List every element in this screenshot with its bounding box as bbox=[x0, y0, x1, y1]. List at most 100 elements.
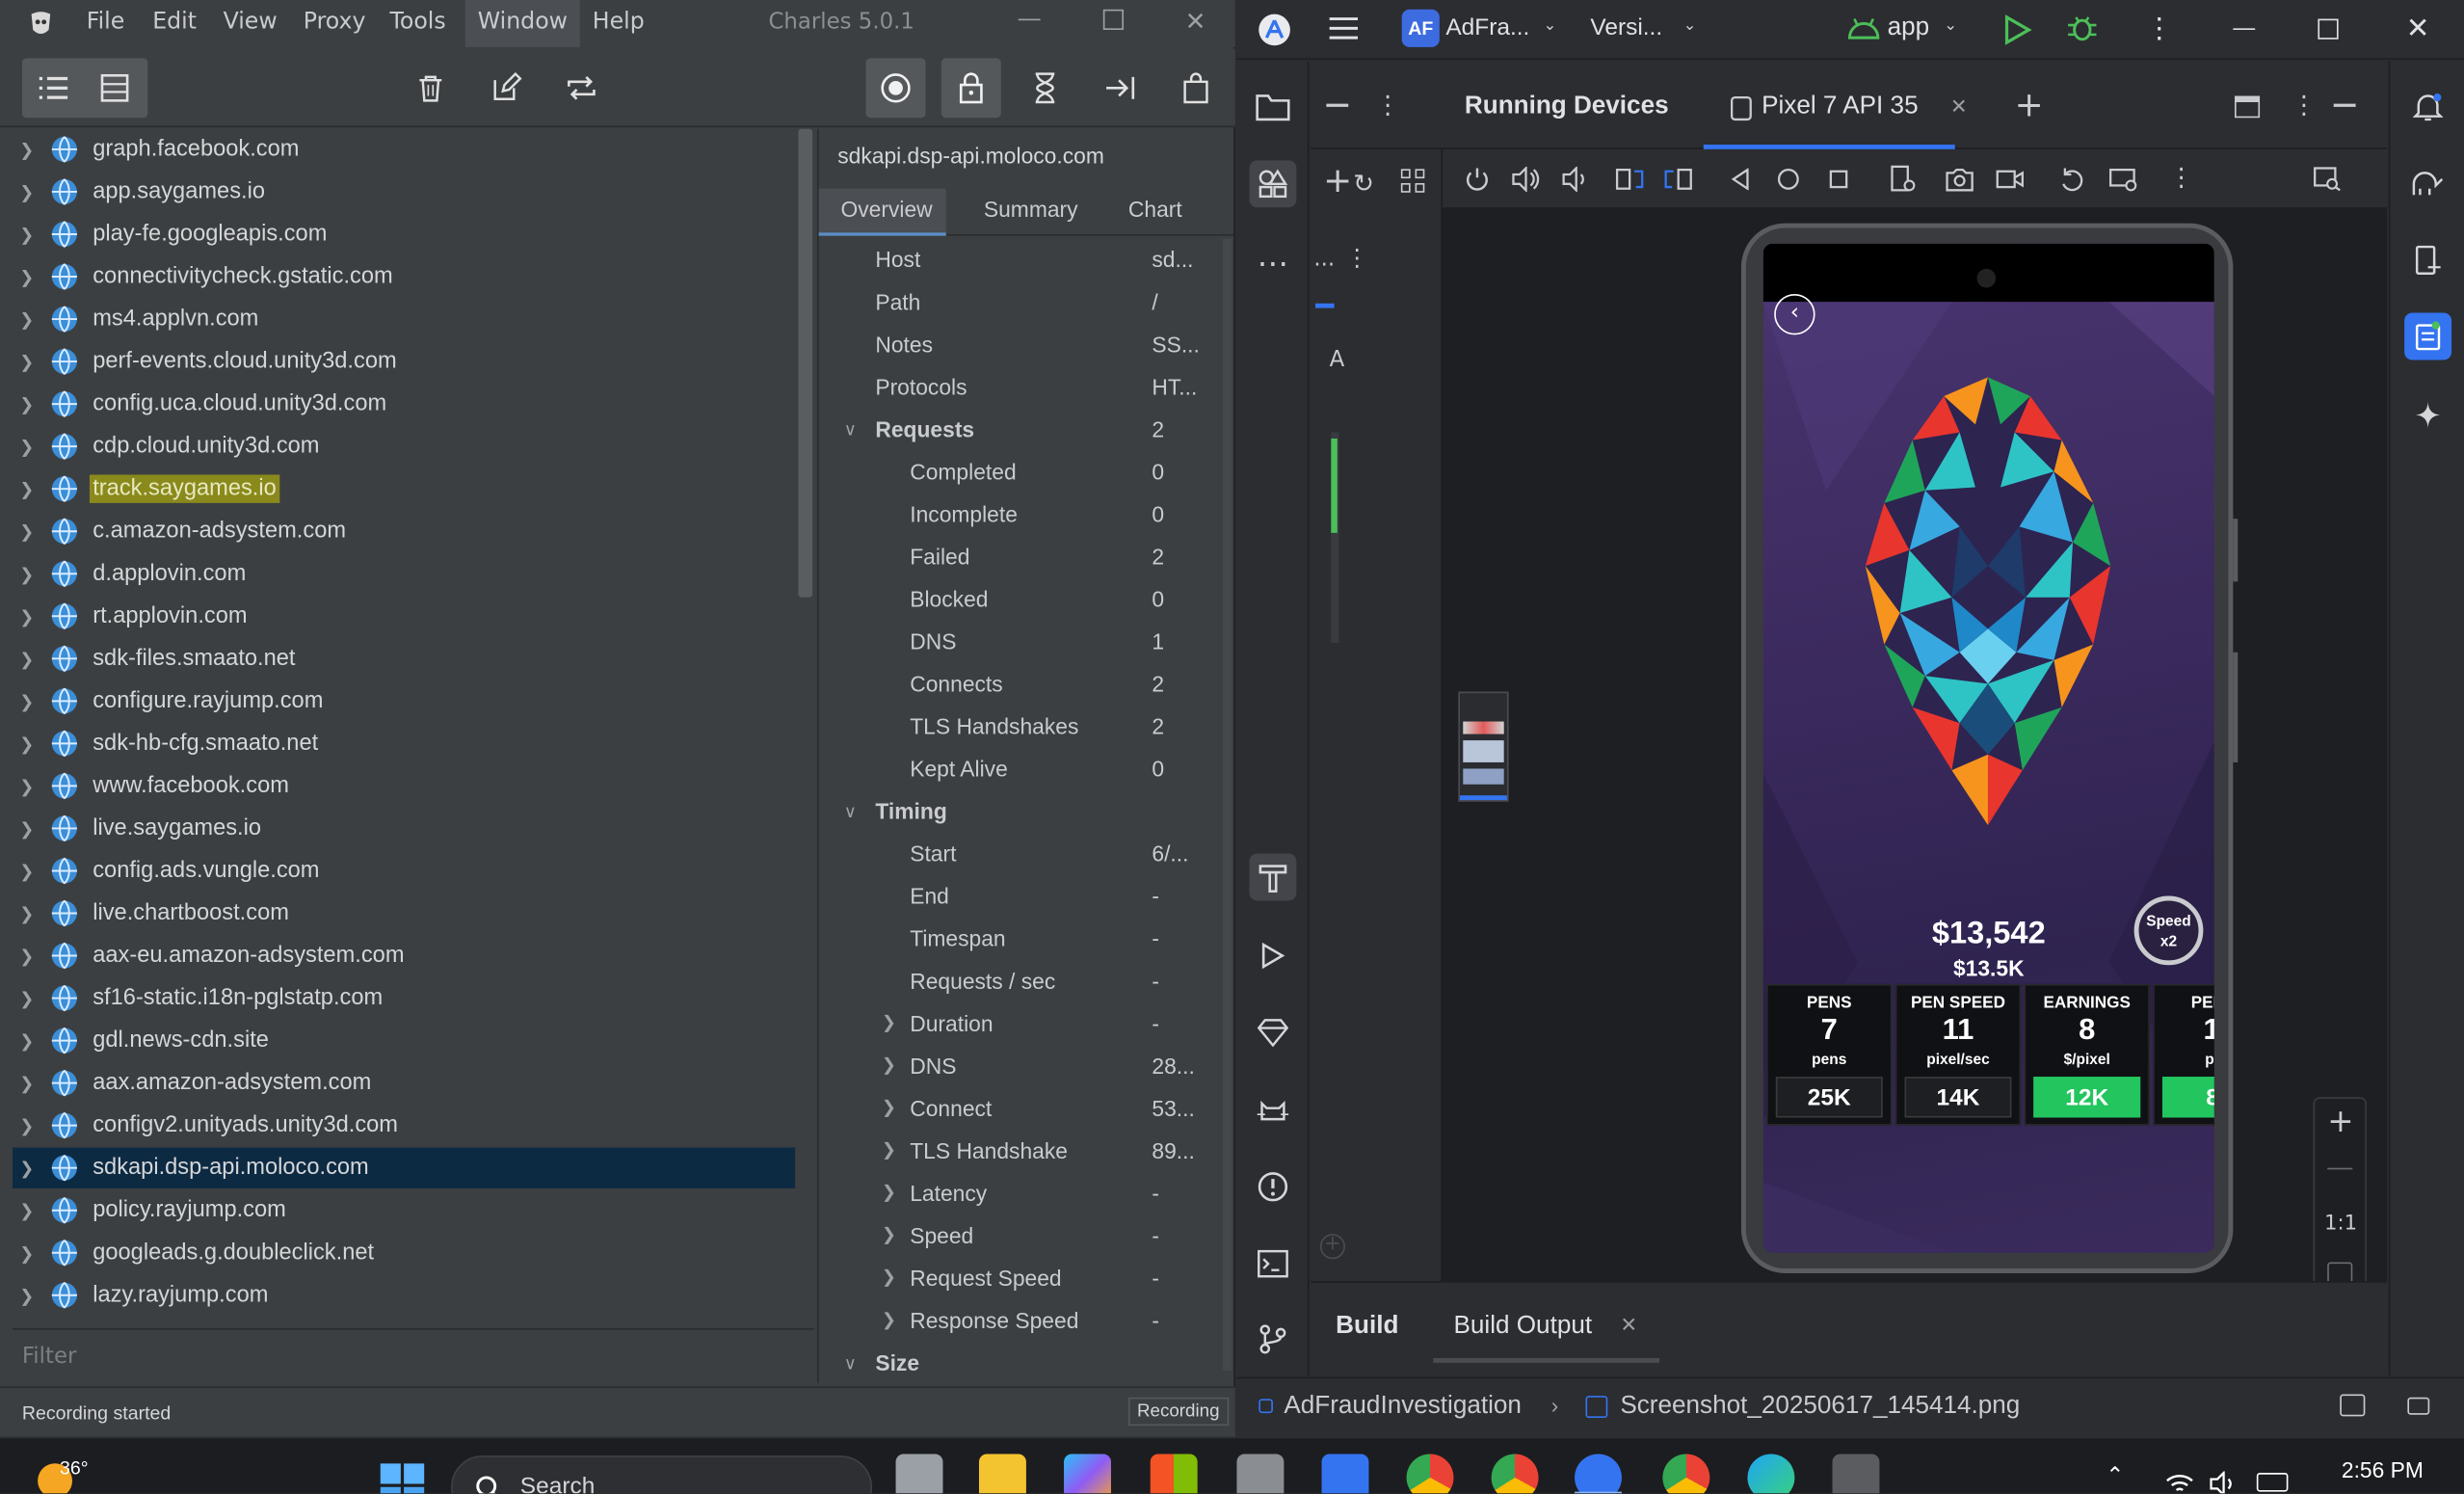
property-row[interactable]: ∨ Requests 2 bbox=[819, 409, 1231, 451]
repeat-button[interactable] bbox=[551, 58, 611, 118]
host-row[interactable]: ❯ track.saygames.io bbox=[13, 468, 795, 509]
chevron-right-icon[interactable]: ❯ bbox=[13, 903, 40, 923]
chevron-right-icon[interactable]: ❯ bbox=[882, 1267, 896, 1288]
upgrade-buy-button[interactable]: 8. bbox=[2161, 1077, 2214, 1118]
host-row[interactable]: ❯ configv2.unityads.unity3d.com bbox=[13, 1105, 795, 1145]
phone-screen[interactable]: ‹ $13,542 $13.5K Speed x2 PENS 7 pens 25… bbox=[1762, 243, 2214, 1253]
host-row[interactable]: ❯ aax-eu.amazon-adsystem.com bbox=[13, 935, 795, 975]
chrome-icon[interactable] bbox=[1406, 1454, 1454, 1494]
panel-options-button[interactable]: ⋮ bbox=[1375, 90, 1400, 120]
chevron-right-icon[interactable]: ❯ bbox=[882, 1054, 896, 1076]
speed-button[interactable]: Speed x2 bbox=[2133, 895, 2204, 966]
chevron-right-icon[interactable]: ❯ bbox=[13, 606, 40, 627]
menu-proxy[interactable]: Proxy bbox=[304, 10, 366, 35]
chevron-right-icon[interactable]: ❯ bbox=[13, 946, 40, 966]
hide-panel-button[interactable] bbox=[2333, 103, 2356, 107]
host-row[interactable]: ❯ gdl.news-cdn.site bbox=[13, 1020, 795, 1060]
chevron-right-icon[interactable]: ❯ bbox=[13, 181, 40, 201]
chevron-right-icon[interactable]: ❯ bbox=[13, 1158, 40, 1178]
chevron-right-icon[interactable]: ❯ bbox=[13, 479, 40, 499]
tab-chart[interactable]: Chart bbox=[1128, 197, 1182, 222]
side-menu-button[interactable]: ⋮ bbox=[1345, 244, 1368, 272]
git-tool-button[interactable] bbox=[1249, 1316, 1296, 1363]
maximize-button[interactable] bbox=[1102, 9, 1125, 30]
property-row[interactable]: ∨ Timing bbox=[819, 790, 1231, 833]
detail-scrollbar[interactable] bbox=[1222, 238, 1232, 1372]
chevron-down-icon[interactable]: ∨ bbox=[844, 802, 857, 822]
menu-file[interactable]: File bbox=[87, 10, 125, 35]
task-view-icon[interactable] bbox=[895, 1454, 943, 1494]
host-row[interactable]: ❯ ms4.applvn.com bbox=[13, 299, 795, 339]
chevron-right-icon[interactable]: ❯ bbox=[13, 1115, 40, 1135]
project-tool-button[interactable] bbox=[1249, 83, 1296, 130]
chevron-right-icon[interactable]: ❯ bbox=[13, 988, 40, 1008]
screenshot-thumbnail[interactable] bbox=[1458, 691, 1509, 802]
file-explorer-icon[interactable] bbox=[978, 1454, 1026, 1494]
clock-time[interactable]: 2:56 PM bbox=[2342, 1457, 2424, 1482]
host-row[interactable]: ❯ perf-events.cloud.unity3d.com bbox=[13, 341, 795, 382]
upgrade-buy-button[interactable]: 25K bbox=[1775, 1077, 1883, 1118]
host-row[interactable]: ❯ policy.rayjump.com bbox=[13, 1190, 795, 1231]
host-row[interactable]: ❯ connectivitycheck.gstatic.com bbox=[13, 256, 795, 297]
terminal-tool-button[interactable] bbox=[1249, 1241, 1296, 1288]
host-row[interactable]: ❯ lazy.rayjump.com bbox=[13, 1275, 795, 1316]
add-device-button[interactable]: + bbox=[2015, 87, 2044, 126]
minimize-button[interactable] bbox=[1018, 18, 1041, 21]
close-button[interactable]: ✕ bbox=[1185, 7, 1206, 37]
side-scroll-thumb[interactable] bbox=[1331, 438, 1338, 533]
gradle-button[interactable] bbox=[2404, 160, 2451, 207]
chevron-right-icon[interactable]: ❯ bbox=[13, 564, 40, 584]
device-manager-button[interactable] bbox=[2404, 237, 2451, 284]
running-devices-button[interactable] bbox=[2404, 312, 2452, 360]
charles-taskbar-icon[interactable] bbox=[1832, 1454, 1880, 1494]
toolbar-more-button[interactable]: ⋮ bbox=[2169, 162, 2194, 192]
menu-view[interactable]: View bbox=[224, 10, 278, 35]
property-row[interactable]: ❯ Duration - bbox=[819, 1002, 1231, 1045]
menu-help[interactable]: Help bbox=[593, 10, 645, 35]
chevron-right-icon[interactable]: ❯ bbox=[13, 734, 40, 754]
run-button[interactable] bbox=[2003, 14, 2032, 46]
project-selector[interactable]: AdFra... bbox=[1445, 14, 1529, 41]
close-tab-icon[interactable]: ✕ bbox=[1620, 1314, 1637, 1337]
debug-button[interactable] bbox=[2067, 13, 2099, 44]
property-row[interactable]: ❯ Connect 53... bbox=[819, 1088, 1231, 1131]
tab-build[interactable]: Build bbox=[1336, 1313, 1398, 1341]
chevron-right-icon[interactable]: ❯ bbox=[13, 861, 40, 881]
host-row[interactable]: ❯ sdk-hb-cfg.smaato.net bbox=[13, 723, 795, 763]
property-row[interactable]: ❯ Speed - bbox=[819, 1215, 1231, 1258]
search-box[interactable]: Search bbox=[451, 1455, 873, 1494]
host-row[interactable]: ❯ sdk-files.smaato.net bbox=[13, 638, 795, 679]
host-row[interactable]: ❯ sf16-static.i18n-pglstatp.com bbox=[13, 977, 795, 1018]
host-row[interactable]: ❯ play-fe.googleapis.com bbox=[13, 214, 795, 254]
store-icon[interactable] bbox=[1150, 1454, 1198, 1494]
chevron-right-icon[interactable]: ❯ bbox=[13, 139, 40, 159]
chevron-right-icon[interactable]: ❯ bbox=[13, 691, 40, 711]
tab-overview[interactable]: Overview bbox=[818, 188, 947, 236]
host-row[interactable]: ❯ www.facebook.com bbox=[13, 765, 795, 806]
host-row[interactable]: ❯ graph.facebook.com bbox=[13, 129, 795, 170]
app-icon[interactable] bbox=[1236, 1454, 1285, 1494]
minimize-button[interactable] bbox=[2233, 28, 2256, 30]
build-tool-button[interactable] bbox=[1249, 853, 1297, 901]
menu-tools[interactable]: Tools bbox=[389, 10, 445, 35]
host-tree-scrollbar[interactable] bbox=[796, 128, 816, 1324]
tab-summary[interactable]: Summary bbox=[984, 197, 1078, 222]
sequence-view-button[interactable] bbox=[85, 58, 145, 118]
breadcrumb-project[interactable]: AdFraudInvestigation bbox=[1284, 1393, 1522, 1421]
host-row[interactable]: ❯ config.uca.cloud.unity3d.com bbox=[13, 384, 795, 424]
edge-icon[interactable] bbox=[1747, 1454, 1795, 1494]
chevron-down-icon[interactable]: ∨ bbox=[844, 1353, 857, 1374]
menu-window[interactable]: Window bbox=[464, 0, 581, 47]
chevron-right-icon[interactable]: ❯ bbox=[13, 437, 40, 457]
chevron-right-icon[interactable]: ❯ bbox=[13, 1200, 40, 1220]
chrome-profile-icon[interactable] bbox=[1491, 1454, 1539, 1494]
host-row[interactable]: ❯ live.chartboost.com bbox=[13, 893, 795, 933]
clear-session-button[interactable] bbox=[401, 58, 461, 118]
host-row[interactable]: ❯ configure.rayjump.com bbox=[13, 680, 795, 721]
chevron-right-icon[interactable]: ❯ bbox=[13, 521, 40, 542]
main-menu-button[interactable] bbox=[1328, 14, 1360, 42]
chevron-right-icon[interactable]: ❯ bbox=[13, 818, 40, 839]
record-button[interactable] bbox=[865, 58, 926, 119]
tab-device[interactable]: Pixel 7 API 35 ✕ bbox=[1703, 62, 1968, 149]
logcat-tool-button[interactable] bbox=[1249, 1088, 1296, 1135]
